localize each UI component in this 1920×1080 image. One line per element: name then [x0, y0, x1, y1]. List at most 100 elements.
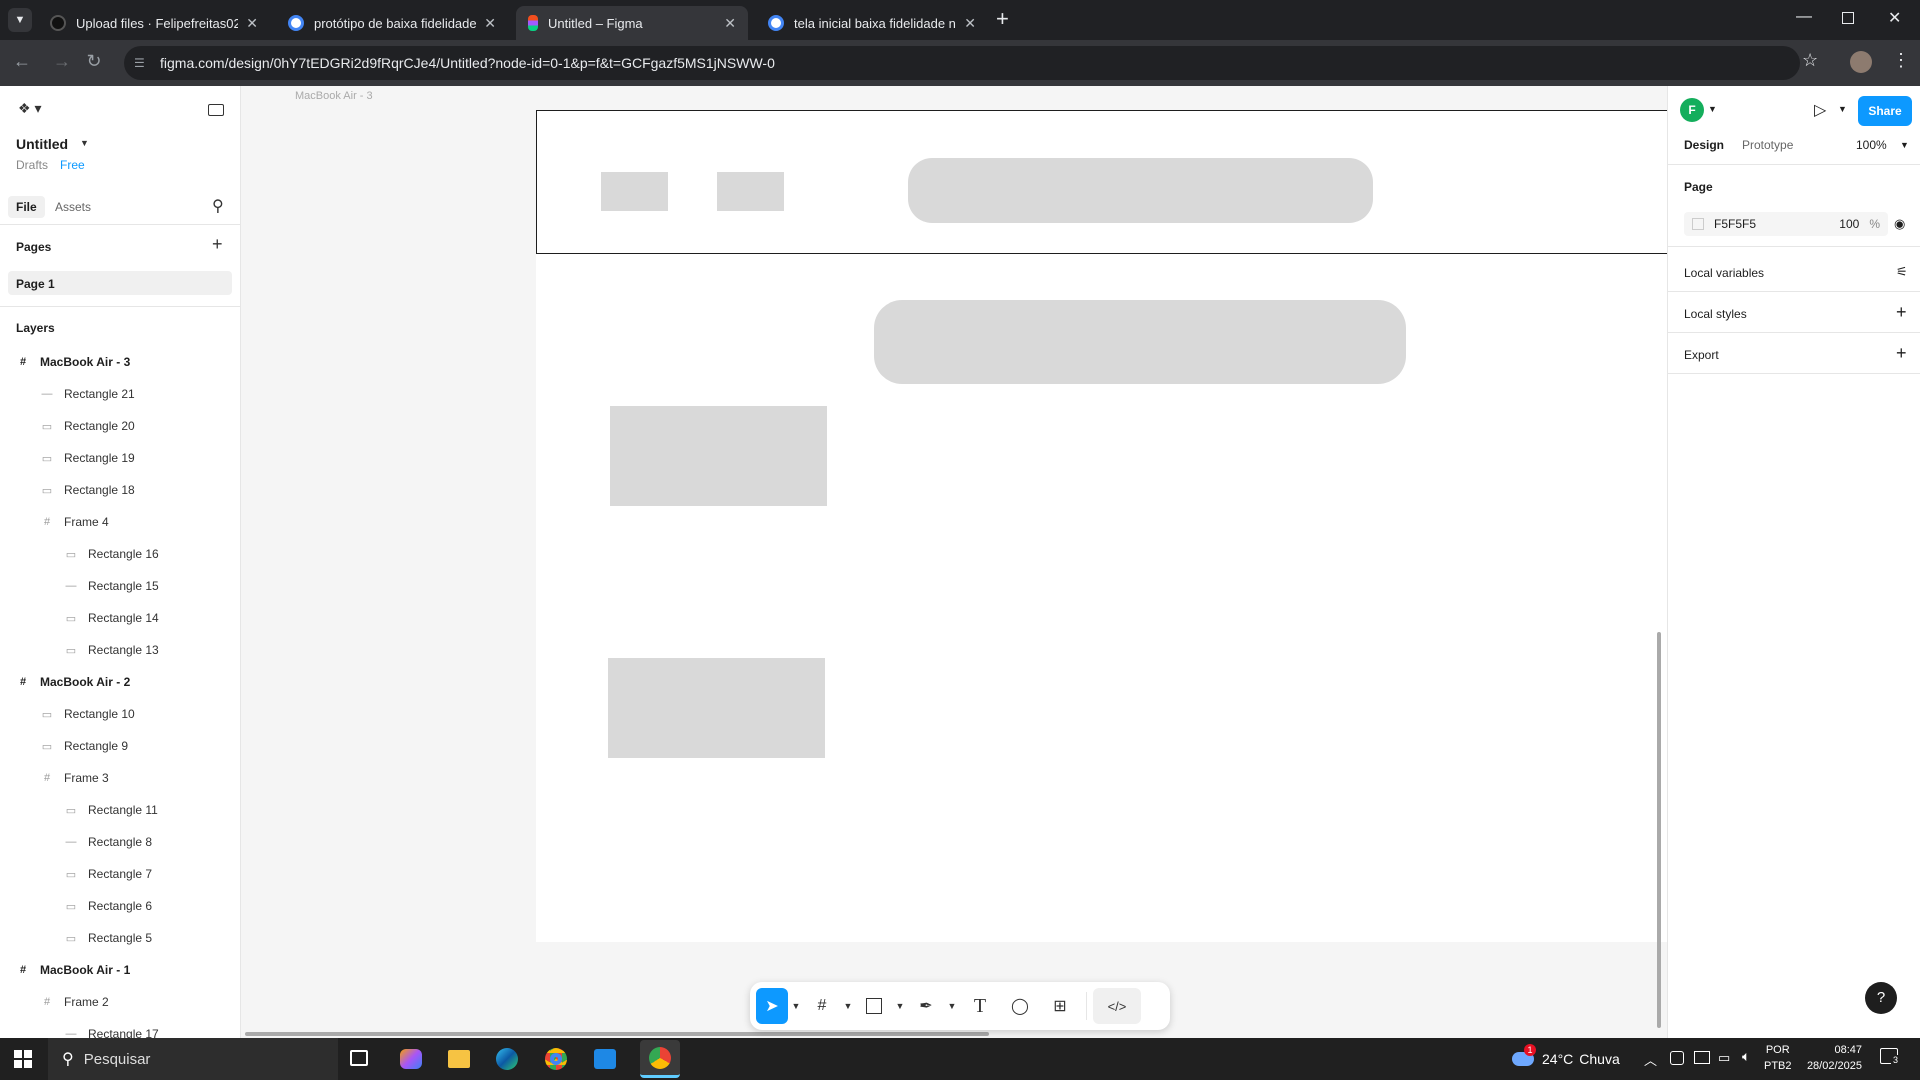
layer-item[interactable]: # MacBook Air - 3 [16, 348, 130, 376]
close-tab-icon[interactable]: ✕ [246, 15, 258, 32]
user-avatar[interactable]: F [1680, 98, 1704, 122]
close-tab-icon[interactable]: ✕ [484, 15, 496, 32]
clock[interactable]: 08:47 28/02/2025 [1807, 1042, 1862, 1074]
export-label[interactable]: Export [1684, 348, 1719, 362]
tray-chevron-up-icon[interactable]: ︿ [1644, 1050, 1657, 1069]
layer-item[interactable]: ▭ Rectangle 18 [40, 476, 135, 504]
close-tab-icon[interactable]: ✕ [964, 15, 976, 32]
chevron-down-icon[interactable]: ▼ [1708, 104, 1717, 114]
chevron-down-icon[interactable]: ▼ [788, 988, 804, 1024]
chrome-icon[interactable] [545, 1048, 567, 1070]
close-tab-icon[interactable]: ✕ [724, 15, 736, 32]
windows-start-icon[interactable] [14, 1050, 32, 1068]
share-button[interactable]: Share [1858, 96, 1912, 126]
move-tool-button[interactable]: ➤ [756, 988, 788, 1024]
zoom-level[interactable]: 100% [1856, 138, 1887, 152]
layer-item[interactable]: # MacBook Air - 2 [16, 668, 130, 696]
layer-item[interactable]: ▭ Rectangle 19 [40, 444, 135, 472]
file-explorer-icon[interactable] [448, 1050, 470, 1068]
layer-item[interactable]: ▭ Rectangle 9 [40, 732, 128, 760]
layer-item[interactable]: # Frame 2 [40, 988, 109, 1016]
browser-tab-figma[interactable]: Untitled – Figma ✕ [516, 6, 748, 40]
rectangle-16[interactable] [874, 300, 1406, 384]
add-style-icon[interactable]: + [1896, 302, 1907, 323]
text-tool-button[interactable]: T [960, 988, 1000, 1024]
comment-tool-button[interactable]: ◯ [1000, 988, 1040, 1024]
store-icon[interactable] [594, 1049, 616, 1069]
taskbar-search-box[interactable]: ⚲ Pesquisar [48, 1038, 338, 1080]
input-language[interactable]: POR PTB2 [1764, 1042, 1792, 1074]
eye-icon[interactable]: ◉ [1894, 216, 1905, 232]
help-button[interactable]: ? [1865, 982, 1897, 1014]
header-frame[interactable] [536, 110, 1815, 254]
browser-menu-icon[interactable]: ⋮ [1892, 50, 1910, 71]
layer-item[interactable]: # Frame 3 [40, 764, 109, 792]
macbook-air-3-frame[interactable] [536, 110, 1815, 942]
network-icon[interactable]: ▭ [1718, 1050, 1730, 1066]
vertical-scrollbar[interactable] [1657, 632, 1661, 1028]
local-variables-label[interactable]: Local variables [1684, 266, 1764, 280]
frame-label[interactable]: MacBook Air - 3 [295, 90, 373, 102]
canvas[interactable]: MacBook Air - 3 ➤ ▼ # ▼ ▼ ✒ ▼ T ◯ ⊞ </> [241, 86, 1815, 1038]
close-window-button[interactable]: ✕ [1888, 8, 1901, 28]
tab-design[interactable]: Design [1684, 138, 1724, 152]
tab-prototype[interactable]: Prototype [1742, 138, 1793, 152]
tray-app-icon[interactable] [1670, 1051, 1684, 1065]
chevron-down-icon[interactable]: ▼ [944, 988, 960, 1024]
layer-item[interactable]: # MacBook Air - 1 [16, 956, 130, 984]
profile-avatar[interactable] [1850, 51, 1872, 73]
chevron-down-icon[interactable]: ▼ [1838, 104, 1847, 114]
copilot-icon[interactable] [400, 1049, 422, 1069]
layer-item[interactable]: — Rectangle 17 [64, 1020, 159, 1038]
color-swatch[interactable] [1692, 218, 1704, 230]
frame-tool-button[interactable]: # [804, 988, 840, 1024]
url-input[interactable]: ☰ figma.com/design/0hY7tEDGRi2d9fRqrCJe4… [124, 46, 1800, 80]
layer-item[interactable]: — Rectangle 21 [40, 380, 135, 408]
browser-tab-github[interactable]: Upload files · Felipefreitas020/P ✕ [38, 6, 270, 40]
variables-icon[interactable]: ⚟ [1896, 264, 1908, 280]
layer-item[interactable]: ▭ Rectangle 7 [64, 860, 152, 888]
weather-widget[interactable]: 1 24°C Chuva [1512, 1038, 1620, 1080]
layer-item[interactable]: ▭ Rectangle 20 [40, 412, 135, 440]
browser-tab-google-1[interactable]: protótipo de baixa fidelidade si ✕ [276, 6, 508, 40]
rectangle-20[interactable] [908, 158, 1373, 223]
layer-item[interactable]: ▭ Rectangle 5 [64, 924, 152, 952]
local-styles-label[interactable]: Local styles [1684, 307, 1747, 321]
add-export-icon[interactable]: + [1896, 343, 1907, 364]
layer-item[interactable]: ▭ Rectangle 10 [40, 700, 135, 728]
horizontal-scrollbar[interactable] [245, 1032, 989, 1036]
edge-icon[interactable] [496, 1048, 518, 1070]
layer-item[interactable]: ▭ Rectangle 16 [64, 540, 159, 568]
layer-item[interactable]: — Rectangle 8 [64, 828, 153, 856]
rectangle-18[interactable] [601, 172, 668, 211]
volume-icon[interactable]: 🔈︎ [1742, 1048, 1750, 1065]
chevron-down-icon[interactable]: ▼ [1900, 140, 1909, 150]
layer-item[interactable]: # Frame 4 [40, 508, 109, 536]
layer-item[interactable]: ▭ Rectangle 13 [64, 636, 159, 664]
rectangle-tool-button[interactable] [856, 988, 892, 1024]
task-view-icon[interactable] [350, 1050, 368, 1066]
background-color-field[interactable]: F5F5F5 100 % [1684, 212, 1888, 236]
tab-search-button[interactable]: ▼ [8, 8, 32, 32]
pen-tool-button[interactable]: ✒ [908, 988, 944, 1024]
layer-item[interactable]: ▭ Rectangle 14 [64, 604, 159, 632]
tray-display-icon[interactable] [1694, 1051, 1710, 1064]
layer-item[interactable]: — Rectangle 15 [64, 572, 159, 600]
dev-mode-button[interactable]: </> [1093, 988, 1141, 1024]
actions-button[interactable]: ⊞ [1040, 988, 1080, 1024]
present-play-icon[interactable]: ▷ [1814, 100, 1826, 120]
chevron-down-icon[interactable]: ▼ [840, 988, 856, 1024]
site-info-icon[interactable]: ☰ [134, 56, 145, 70]
rectangle-15[interactable] [610, 406, 827, 506]
chrome-active-icon[interactable] [640, 1040, 680, 1078]
bookmark-star-icon[interactable]: ☆ [1802, 50, 1818, 71]
reload-icon[interactable]: ↻ [82, 51, 106, 72]
forward-icon[interactable]: → [50, 51, 74, 72]
back-icon[interactable]: ← [10, 51, 34, 72]
chevron-down-icon[interactable]: ▼ [892, 988, 908, 1024]
browser-tab-google-2[interactable]: tela inicial baixa fidelidade nub ✕ [756, 6, 988, 40]
notification-icon[interactable]: 3 [1880, 1048, 1901, 1065]
rectangle-14[interactable] [608, 658, 825, 758]
rectangle-19[interactable] [717, 172, 784, 211]
layer-item[interactable]: ▭ Rectangle 11 [64, 796, 158, 824]
